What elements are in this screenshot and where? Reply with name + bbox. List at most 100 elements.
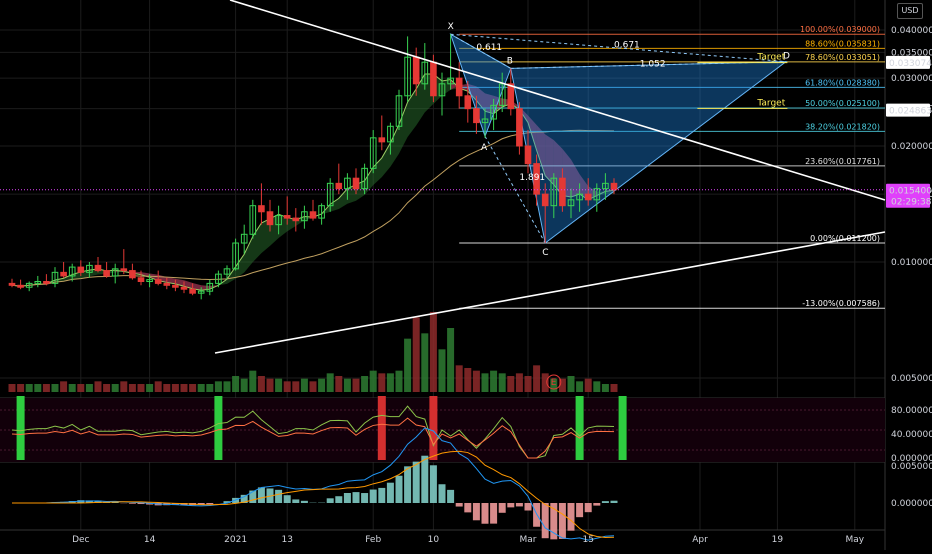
candle-body: [336, 183, 342, 188]
price-chart[interactable]: 100.00%(0.039000)88.60%(0.035831)78.60%(…: [0, 0, 932, 550]
macd-histogram-bar: [275, 490, 282, 503]
volume-bar: [138, 384, 145, 392]
candle-body: [310, 212, 316, 218]
time-tick-label: 19: [772, 535, 784, 545]
macd-tick-label: 0.005000: [891, 462, 932, 472]
candle-body: [121, 269, 127, 271]
price-label-value: 0.024863: [889, 107, 932, 117]
fib-level-label: 88.60%(0.035831): [805, 39, 880, 48]
time-tick-label: 10: [428, 535, 440, 545]
pattern-ratio-label: 1.891: [519, 173, 545, 183]
candle-body: [181, 287, 187, 289]
volume-bar: [464, 368, 471, 392]
volume-bar: [396, 371, 403, 392]
candle-body: [413, 57, 419, 84]
candle-body: [95, 265, 101, 270]
volume-bar: [387, 373, 394, 392]
volume-bar: [542, 373, 549, 392]
macd-histogram-bar: [370, 490, 377, 503]
candle-body: [18, 285, 24, 287]
volume-bar: [120, 381, 127, 392]
macd-histogram-bar: [396, 476, 403, 503]
event-marker-label: E: [551, 378, 557, 388]
macd-histogram-bar: [464, 503, 471, 512]
candle-body: [155, 280, 161, 284]
macd-histogram-bar: [447, 490, 454, 503]
volume-bar: [568, 376, 575, 392]
price-label-countdown: 02:29:38: [891, 198, 932, 208]
volume-bar: [267, 379, 274, 392]
volume-bar: [421, 333, 428, 392]
volume-bar: [206, 384, 213, 392]
price-tick-label: 0.020000: [891, 142, 932, 152]
volume-bar: [172, 384, 179, 392]
macd-histogram-bar: [473, 503, 480, 520]
indicator-column: [378, 396, 386, 460]
volume-bar: [181, 384, 188, 392]
macd-histogram-bar: [456, 503, 463, 507]
volume-bar: [103, 384, 110, 392]
pattern-point-label: C: [542, 248, 548, 258]
macd-histogram-bar: [602, 501, 609, 503]
volume-bar: [344, 379, 351, 392]
candle-body: [9, 283, 15, 285]
macd-tick-label: 0.000000: [891, 499, 932, 509]
indicator-column: [576, 396, 584, 460]
macd-histogram-bar: [525, 503, 532, 511]
volume-bar: [301, 379, 308, 392]
candle-body: [353, 178, 359, 188]
candle-body: [78, 267, 84, 272]
candle-body: [173, 285, 179, 287]
volume-bar: [310, 381, 317, 392]
fib-level-label: 50.00%(0.025100): [805, 99, 880, 108]
volume-bar: [430, 312, 437, 392]
macd-histogram-bar: [516, 503, 523, 506]
candle-body: [267, 212, 273, 225]
pattern-point-label: X: [448, 22, 454, 32]
volume-bar: [335, 376, 342, 392]
time-tick-label: Feb: [365, 535, 381, 545]
volume-bar: [507, 376, 514, 392]
macd-histogram-bar: [387, 483, 394, 503]
target-label: Target: [756, 98, 785, 108]
macd-histogram-bar: [568, 503, 575, 531]
candle-body: [474, 109, 480, 123]
volume-bar: [292, 381, 299, 392]
price-tick-label: 0.030000: [891, 74, 932, 84]
candle-body: [508, 84, 514, 109]
macd-histogram-bar: [430, 465, 437, 503]
macd-histogram-bar: [499, 503, 506, 513]
macd-histogram-bar: [585, 503, 592, 512]
oscillator-tick-label: 80.000000: [891, 406, 932, 416]
volume-bar: [241, 379, 248, 392]
oscillator-tick-label: 40.000000: [891, 430, 932, 440]
volume-bar: [215, 381, 222, 392]
candle-body: [104, 271, 110, 276]
indicator-column: [619, 396, 627, 460]
price-tick-label: 0.005000: [891, 374, 932, 384]
currency-badge[interactable]: USD: [897, 3, 923, 19]
volume-bar: [361, 376, 368, 392]
time-tick-label: Apr: [692, 535, 708, 545]
candle-body: [44, 282, 50, 284]
volume-bar: [611, 384, 618, 392]
price-tick-label: 0.010000: [891, 258, 932, 268]
macd-histogram-bar: [335, 496, 342, 503]
volume-bar: [163, 384, 170, 392]
volume-bar: [473, 371, 480, 392]
volume-bar: [490, 371, 497, 392]
macd-histogram-bar: [301, 501, 308, 503]
macd-histogram-bar: [258, 487, 265, 503]
volume-bar: [69, 384, 76, 392]
volume-bar: [60, 381, 67, 392]
volume-bar: [447, 328, 454, 392]
candle-body: [465, 96, 471, 109]
fib-level-label: 23.60%(0.017761): [805, 157, 880, 166]
volume-bar: [155, 381, 162, 392]
candle-body: [293, 218, 299, 221]
chart-root[interactable]: 100.00%(0.039000)88.60%(0.035831)78.60%(…: [0, 0, 932, 550]
candle-body: [456, 78, 462, 96]
volume-bar: [43, 384, 50, 392]
pattern-point-label: A: [481, 143, 488, 153]
macd-histogram-bar: [292, 499, 299, 503]
